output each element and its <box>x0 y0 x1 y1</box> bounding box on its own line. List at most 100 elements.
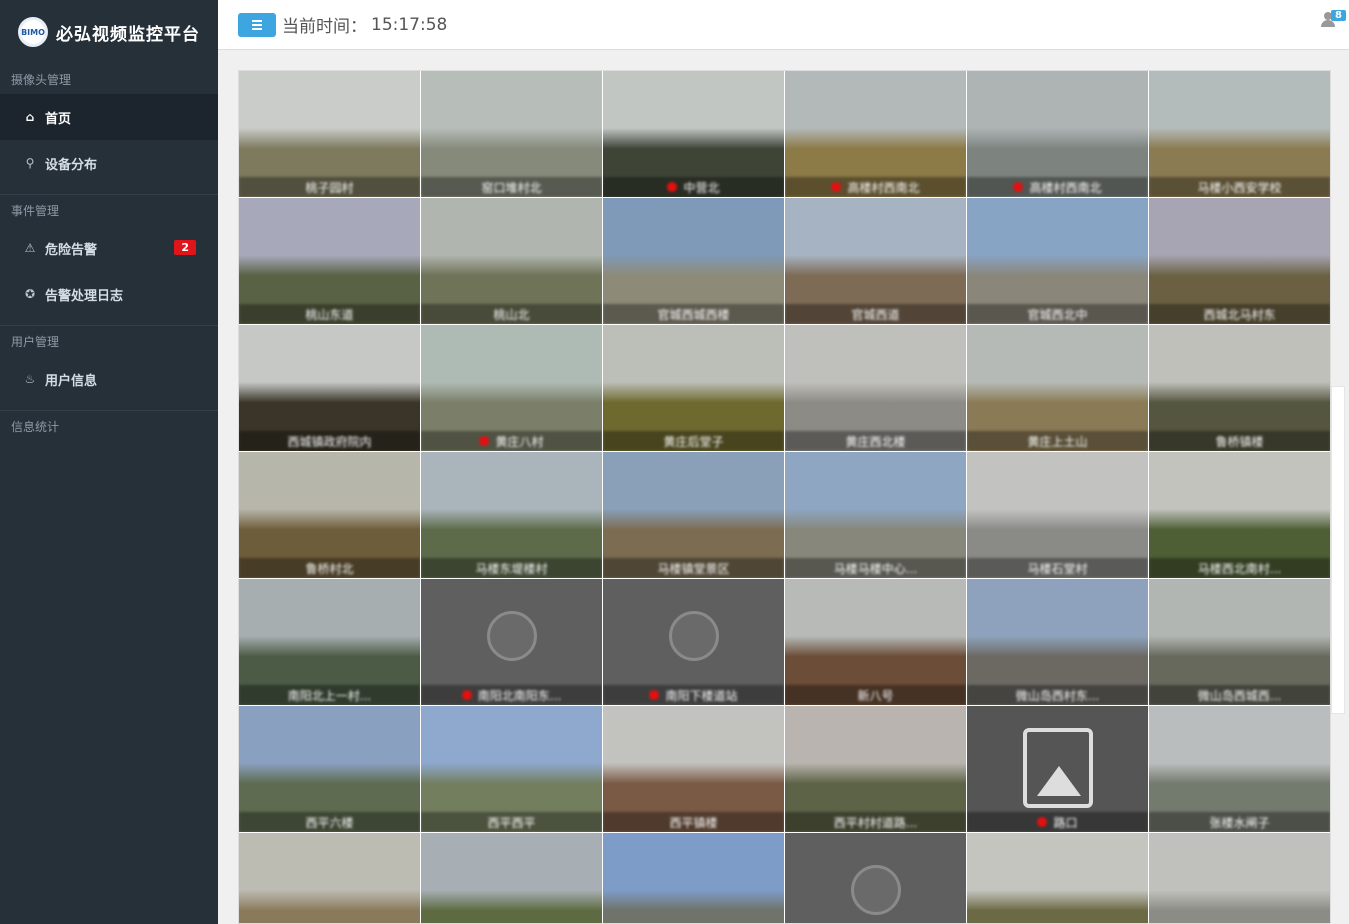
camera-tile[interactable]: 微山岛西城西... <box>1149 579 1330 706</box>
camera-tile[interactable]: 黄庄上土山 <box>967 325 1149 452</box>
camera-feed-sky <box>785 198 966 255</box>
camera-name: 官城西道 <box>851 307 900 322</box>
camera-tile[interactable]: 中营北 <box>603 71 785 198</box>
camera-feed-sky <box>1149 579 1330 636</box>
camera-feed-ground <box>239 889 420 923</box>
camera-feed-sky <box>239 198 420 255</box>
camera-tile[interactable]: 西平六楼 <box>239 706 421 833</box>
camera-caption: 西平村村道路... <box>785 812 966 832</box>
camera-name: 高楼村西南北 <box>847 180 920 195</box>
camera-tile[interactable]: 官城西北中 <box>967 198 1149 325</box>
camera-tile[interactable]: 黄庄后堂子 <box>603 325 785 452</box>
camera-tile[interactable]: 桃山东道 <box>239 198 421 325</box>
camera-feed-sky <box>1149 198 1330 255</box>
camera-caption: 西平西平 <box>421 812 602 832</box>
camera-tile[interactable] <box>785 833 967 923</box>
camera-tile[interactable]: 黄庄西北楼 <box>785 325 967 452</box>
camera-tile[interactable]: 西平村村道路... <box>785 706 967 833</box>
camera-tile[interactable] <box>239 833 421 923</box>
camera-feed-sky <box>785 71 966 128</box>
sidebar-item-device-map[interactable]: ⚲ 设备分布 <box>0 140 218 186</box>
camera-tile[interactable]: 高楼村西南北 <box>785 71 967 198</box>
camera-caption: 黄庄八村 <box>421 431 602 451</box>
camera-tile[interactable]: 西平镇楼 <box>603 706 785 833</box>
camera-caption: 桃子园村 <box>239 177 420 197</box>
offline-camera-icon <box>851 865 901 915</box>
camera-name: 马楼小西安学校 <box>1197 180 1282 195</box>
camera-name: 新八号 <box>857 688 894 703</box>
camera-tile[interactable]: 官城西道 <box>785 198 967 325</box>
camera-name: 西城北马村东 <box>1203 307 1276 322</box>
camera-tile[interactable]: 张楼水闸子 <box>1149 706 1330 833</box>
camera-tile[interactable]: 桃山北 <box>421 198 603 325</box>
camera-name: 西平村村道路... <box>833 815 918 830</box>
camera-feed-sky <box>785 325 966 382</box>
camera-feed-sky <box>239 579 420 636</box>
camera-tile[interactable]: 西平西平 <box>421 706 603 833</box>
sidebar-item-danger-alert[interactable]: ⚠ 危险告警 2 <box>0 225 218 271</box>
alert-count-badge: 2 <box>174 240 196 255</box>
camera-tile[interactable]: 桃子园村 <box>239 71 421 198</box>
camera-feed-ground <box>967 889 1148 923</box>
user-notification-badge: 8 <box>1331 10 1346 21</box>
camera-tile[interactable] <box>603 833 785 923</box>
camera-tile[interactable]: 南阳北南阳东... <box>421 579 603 706</box>
camera-grid: 桃子园村 窑口堆村北 中营北 高楼村西南北 高楼村西南北 马楼小西安学校 桃山东道 桃山北 官城… <box>239 71 1330 923</box>
camera-name: 桃山东道 <box>305 307 354 322</box>
camera-tile[interactable]: 马楼东堤楼村 <box>421 452 603 579</box>
camera-tile[interactable]: 西城北马村东 <box>1149 198 1330 325</box>
camera-tile[interactable] <box>1149 833 1330 923</box>
camera-feed-sky <box>967 71 1148 128</box>
camera-tile[interactable]: 鲁桥镇楼 <box>1149 325 1330 452</box>
camera-tile[interactable]: 马楼小西安学校 <box>1149 71 1330 198</box>
camera-feed-sky <box>239 706 420 763</box>
camera-caption: 桃山东道 <box>239 304 420 324</box>
camera-caption: 西城镇政府院内 <box>239 431 420 451</box>
camera-tile[interactable]: 新八号 <box>785 579 967 706</box>
section-label-users: 用户管理 <box>11 334 60 349</box>
camera-feed-sky <box>967 325 1148 382</box>
camera-tile[interactable] <box>421 833 603 923</box>
camera-caption: 南阳下楼道站 <box>603 685 784 705</box>
camera-tile[interactable]: 窑口堆村北 <box>421 71 603 198</box>
offline-camera-icon <box>487 611 537 661</box>
camera-tile[interactable]: 官城西城西楼 <box>603 198 785 325</box>
sidebar-item-user-info[interactable]: ♨ 用户信息 <box>0 356 218 402</box>
camera-tile[interactable] <box>967 833 1149 923</box>
camera-tile[interactable]: 高楼村西南北 <box>967 71 1149 198</box>
camera-caption: 微山岛西城西... <box>1149 685 1330 705</box>
camera-tile[interactable]: 鲁桥村北 <box>239 452 421 579</box>
camera-tile[interactable]: 马楼马楼中心... <box>785 452 967 579</box>
scrollbar[interactable] <box>1331 386 1345 714</box>
camera-tile[interactable]: 微山岛西村东... <box>967 579 1149 706</box>
sidebar-item-alert-log[interactable]: ✪ 告警处理日志 <box>0 271 218 317</box>
camera-tile[interactable]: 马楼镇堂景区 <box>603 452 785 579</box>
brand-header[interactable]: BIMO 必弘视频监控平台 <box>0 0 218 64</box>
section-label-stats[interactable]: 信息统计 <box>0 411 218 441</box>
camera-feed-sky <box>785 706 966 763</box>
camera-tile[interactable]: 西城镇政府院内 <box>239 325 421 452</box>
offline-camera-icon <box>669 611 719 661</box>
camera-caption: 南阳北南阳东... <box>421 685 602 705</box>
camera-caption: 马楼石堂村 <box>967 558 1148 578</box>
camera-feed-sky <box>603 325 784 382</box>
alert-dot-icon <box>1013 182 1024 192</box>
map-marker-icon: ⚲ <box>25 156 35 170</box>
camera-tile[interactable]: 黄庄八村 <box>421 325 603 452</box>
menu-toggle-button[interactable] <box>238 12 276 37</box>
logo-icon: BIMO <box>18 17 48 47</box>
camera-caption: 张楼水闸子 <box>1149 812 1330 832</box>
camera-tile[interactable]: 路口 <box>967 706 1149 833</box>
sidebar-item-home[interactable]: ⌂ 首页 <box>0 94 218 140</box>
camera-feed-sky <box>1149 325 1330 382</box>
alert-dot-icon <box>831 182 842 192</box>
camera-caption: 官城西城西楼 <box>603 304 784 324</box>
camera-tile[interactable]: 南阳下楼道站 <box>603 579 785 706</box>
camera-name: 马楼马楼中心... <box>833 561 918 576</box>
user-menu[interactable]: 8 <box>1321 10 1346 28</box>
camera-tile[interactable]: 马楼石堂村 <box>967 452 1149 579</box>
camera-tile[interactable]: 南阳北上一村... <box>239 579 421 706</box>
camera-name: 微山岛西城西... <box>1197 688 1282 703</box>
camera-caption: 黄庄上土山 <box>967 431 1148 451</box>
camera-tile[interactable]: 马楼西北南村... <box>1149 452 1330 579</box>
